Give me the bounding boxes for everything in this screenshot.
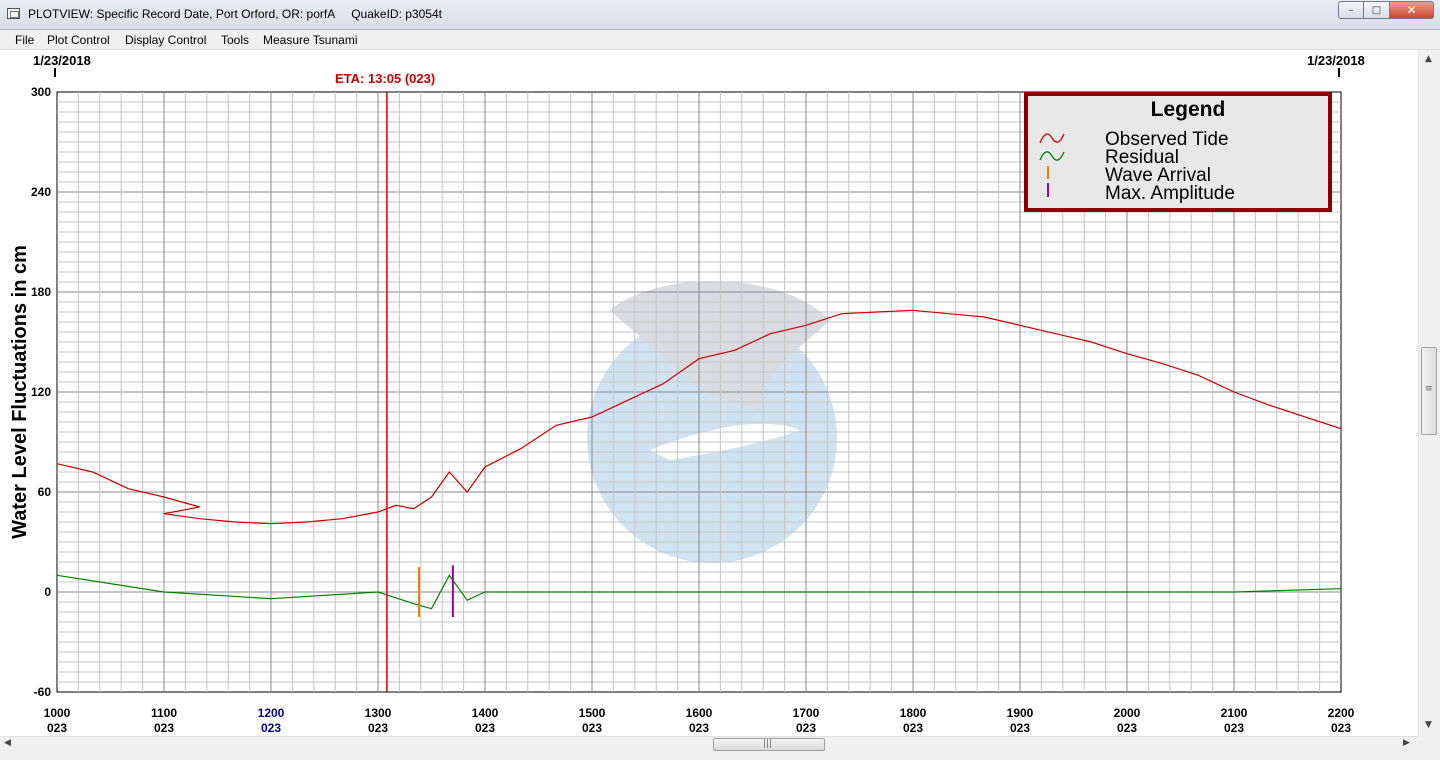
y-tick-label: -60 [34,685,52,699]
y-tick-label: 60 [38,485,52,499]
x-tick-label: 1000 [44,706,71,720]
menu-bar: File Plot Control Display Control Tools … [0,30,1440,50]
app-icon[interactable] [7,8,20,19]
x-tick-day-label: 023 [47,721,67,735]
minimize-button[interactable]: – [1338,1,1364,19]
scroll-down-arrow-icon[interactable]: ▼ [1425,720,1432,730]
scroll-left-arrow-icon[interactable]: ◀ [4,738,11,748]
window-bottom-edge [0,752,1440,760]
x-tick-label: 1700 [793,706,820,720]
plot-area: -60 0 60 120 180 240 300 1000 023 1100 023 1200 023… [0,50,1418,736]
x-tick-label: 1900 [1007,706,1034,720]
x-tick-label: 1200 [258,706,285,720]
x-tick-day-label: 023 [796,721,816,735]
close-button[interactable]: ✕ [1390,1,1434,19]
scroll-right-arrow-icon[interactable]: ▶ [1403,738,1410,748]
x-tick-label: 2000 [1114,706,1141,720]
x-tick-label: 1300 [365,706,392,720]
y-axis: -60 0 60 120 180 240 300 [31,85,51,699]
maximize-button[interactable]: □ [1364,1,1390,19]
y-tick-label: 0 [44,585,51,599]
x-tick-day-label: 023 [582,721,602,735]
x-tick-label: 1100 [151,706,177,720]
y-axis-label: Water Level Fluctuations in cm [9,245,31,539]
tide-chart: -60060120180240300 100002311000231200023… [9,53,1365,735]
horizontal-grip-icon: ||| [763,739,773,749]
x-tick-label: 1800 [900,706,927,720]
y-tick-label: 120 [31,385,51,399]
legend-title: Legend [1151,98,1226,121]
vertical-grip-icon: ≡ [1425,384,1433,394]
menu-display-control[interactable]: Display Control [125,33,206,47]
x-tick-day-label: 023 [1331,721,1351,735]
x-tick-day-label: 023 [368,721,388,735]
x-tick-day-label: 023 [154,721,174,735]
y-tick-label: 240 [31,185,51,199]
y-tick-label: 300 [31,85,51,99]
end-date-label: 1/23/2018 [1307,53,1365,68]
x-tick-day-label: 023 [689,721,709,735]
scroll-up-arrow-icon[interactable]: ▲ [1425,54,1432,64]
x-tick-day-label: 023 [1010,721,1030,735]
x-tick-label: 1500 [579,706,606,720]
menu-measure-tsunami[interactable]: Measure Tsunami [263,33,358,47]
start-date-label: 1/23/2018 [33,53,91,68]
x-tick-day-label: 023 [1224,721,1244,735]
horizontal-scroll-thumb[interactable]: ||| [713,738,825,751]
menu-file[interactable]: File [15,33,34,47]
menu-plot-control[interactable]: Plot Control [47,33,110,47]
vertical-scroll-thumb[interactable]: ≡ [1421,347,1437,435]
vertical-scrollbar[interactable]: ▲ ≡ ▼ [1418,50,1440,736]
eta-label: ETA: 13:05 (023) [335,71,435,86]
menu-tools[interactable]: Tools [221,33,249,47]
scrollbar-corner [1418,736,1440,752]
x-tick-day-label: 023 [261,721,281,735]
x-tick-day-label: 023 [1117,721,1137,735]
title-bar: PLOTVIEW: Specific Record Date, Port Orf… [0,0,1440,30]
x-tick-day-label: 023 [475,721,495,735]
x-tick-label: 1600 [686,706,713,720]
window-controls: – □ ✕ [1338,1,1434,21]
x-tick-day-label: 023 [903,721,923,735]
window-title: PLOTVIEW: Specific Record Date, Port Orf… [28,7,442,21]
x-tick-label: 2200 [1328,706,1355,720]
x-axis: 1000023110002312000231300023140002315000… [44,706,1355,735]
y-tick-label: 180 [31,285,51,299]
x-tick-label: 2100 [1221,706,1248,720]
x-tick-label: 1400 [472,706,499,720]
legend-max-amplitude-label: Max. Amplitude [1105,183,1235,204]
legend: Legend Observed Tide Residual Wave Arriv… [1024,92,1332,212]
horizontal-scrollbar[interactable]: ◀ ||| ▶ [0,736,1418,752]
